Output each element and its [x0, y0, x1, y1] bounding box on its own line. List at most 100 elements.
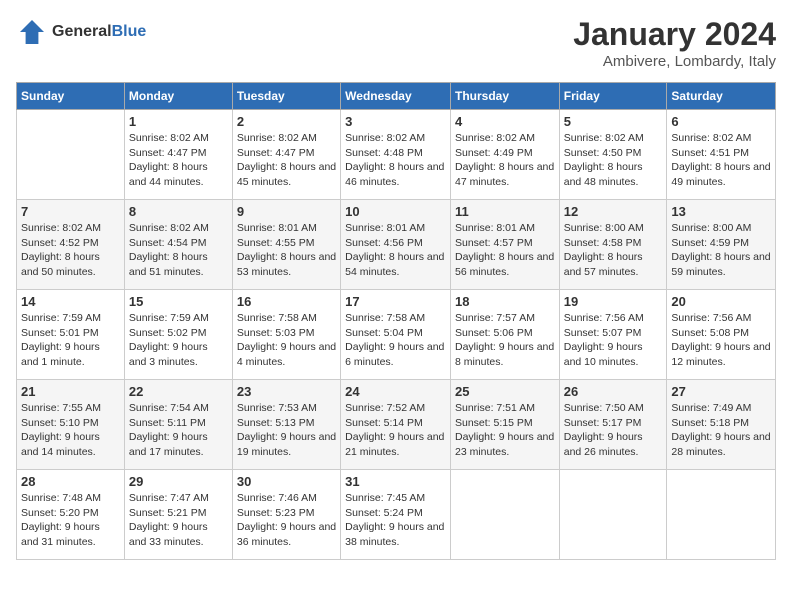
calendar-cell: 16 Sunrise: 7:58 AMSunset: 5:03 PMDayligh…: [232, 290, 340, 380]
date-number: 11: [455, 204, 555, 219]
cell-info: Sunrise: 8:02 AMSunset: 4:47 PMDaylight:…: [129, 131, 228, 190]
date-number: 13: [671, 204, 771, 219]
calendar-cell: 2 Sunrise: 8:02 AMSunset: 4:47 PMDaylight…: [232, 110, 340, 200]
calendar-cell: [667, 470, 776, 560]
date-number: 2: [237, 114, 336, 129]
calendar-cell: 11 Sunrise: 8:01 AMSunset: 4:57 PMDayligh…: [450, 200, 559, 290]
cell-info: Sunrise: 7:59 AMSunset: 5:01 PMDaylight:…: [21, 311, 120, 370]
calendar-cell: 18 Sunrise: 7:57 AMSunset: 5:06 PMDayligh…: [450, 290, 559, 380]
date-number: 22: [129, 384, 228, 399]
calendar-week-1: 1 Sunrise: 8:02 AMSunset: 4:47 PMDaylight…: [17, 110, 776, 200]
date-number: 21: [21, 384, 120, 399]
cell-info: Sunrise: 7:54 AMSunset: 5:11 PMDaylight:…: [129, 401, 228, 460]
calendar-cell: 13Sunrise: 8:00 AMSunset: 4:59 PMDayligh…: [667, 200, 776, 290]
date-number: 9: [237, 204, 336, 219]
cell-info: Sunrise: 8:01 AMSunset: 4:55 PMDaylight:…: [237, 221, 336, 280]
date-number: 26: [564, 384, 663, 399]
date-number: 16: [237, 294, 336, 309]
cell-info: Sunrise: 8:01 AMSunset: 4:56 PMDaylight:…: [345, 221, 446, 280]
calendar-table: SundayMondayTuesdayWednesdayThursdayFrid…: [16, 82, 776, 560]
calendar-cell: 20 Sunrise: 7:56 AMSunset: 5:08 PMDayligh…: [667, 290, 776, 380]
logo-general: General: [52, 23, 112, 40]
cell-info: Sunrise: 8:02 AMSunset: 4:47 PMDaylight:…: [237, 131, 336, 190]
weekday-header-friday: Friday: [559, 83, 667, 110]
date-number: 23: [237, 384, 336, 399]
date-number: 20: [671, 294, 771, 309]
cell-info: Sunrise: 8:02 AMSunset: 4:48 PMDaylight:…: [345, 131, 446, 190]
cell-info: Sunrise: 7:52 AMSunset: 5:14 PMDaylight:…: [345, 401, 446, 460]
cell-info: Sunrise: 8:01 AMSunset: 4:57 PMDaylight:…: [455, 221, 555, 280]
calendar-cell: 14Sunrise: 7:59 AMSunset: 5:01 PMDayligh…: [17, 290, 125, 380]
cell-info: Sunrise: 8:02 AMSunset: 4:50 PMDaylight:…: [564, 131, 663, 190]
calendar-cell: 24 Sunrise: 7:52 AMSunset: 5:14 PMDayligh…: [341, 380, 451, 470]
calendar-cell: 7 Sunrise: 8:02 AMSunset: 4:52 PMDaylight…: [17, 200, 125, 290]
calendar-week-3: 14Sunrise: 7:59 AMSunset: 5:01 PMDayligh…: [17, 290, 776, 380]
calendar-cell: 8 Sunrise: 8:02 AMSunset: 4:54 PMDaylight…: [124, 200, 232, 290]
date-number: 30: [237, 474, 336, 489]
date-number: 5: [564, 114, 663, 129]
weekday-header-monday: Monday: [124, 83, 232, 110]
calendar-cell: 31 Sunrise: 7:45 AMSunset: 5:24 PMDayligh…: [341, 470, 451, 560]
date-number: 8: [129, 204, 228, 219]
cell-info: Sunrise: 7:57 AMSunset: 5:06 PMDaylight:…: [455, 311, 555, 370]
weekday-header-thursday: Thursday: [450, 83, 559, 110]
cell-info: Sunrise: 7:46 AMSunset: 5:23 PMDaylight:…: [237, 491, 336, 550]
weekday-header-tuesday: Tuesday: [232, 83, 340, 110]
cell-info: Sunrise: 8:02 AMSunset: 4:51 PMDaylight:…: [671, 131, 771, 190]
date-number: 6: [671, 114, 771, 129]
date-number: 25: [455, 384, 555, 399]
calendar-cell: 25 Sunrise: 7:51 AMSunset: 5:15 PMDayligh…: [450, 380, 559, 470]
cell-info: Sunrise: 8:02 AMSunset: 4:52 PMDaylight:…: [21, 221, 120, 280]
date-number: 15: [129, 294, 228, 309]
cell-info: Sunrise: 7:53 AMSunset: 5:13 PMDaylight:…: [237, 401, 336, 460]
calendar-cell: 26 Sunrise: 7:50 AMSunset: 5:17 PMDayligh…: [559, 380, 667, 470]
cell-info: Sunrise: 7:51 AMSunset: 5:15 PMDaylight:…: [455, 401, 555, 460]
title-block: January 2024 Ambivere, Lombardy, Italy: [573, 16, 776, 70]
date-number: 27: [671, 384, 771, 399]
date-number: 17: [345, 294, 446, 309]
cell-info: Sunrise: 7:49 AMSunset: 5:18 PMDaylight:…: [671, 401, 771, 460]
cell-info: Sunrise: 7:45 AMSunset: 5:24 PMDaylight:…: [345, 491, 446, 550]
calendar-cell: 5 Sunrise: 8:02 AMSunset: 4:50 PMDaylight…: [559, 110, 667, 200]
date-number: 19: [564, 294, 663, 309]
calendar-week-2: 7 Sunrise: 8:02 AMSunset: 4:52 PMDaylight…: [17, 200, 776, 290]
cell-info: Sunrise: 7:48 AMSunset: 5:20 PMDaylight:…: [21, 491, 120, 550]
calendar-week-5: 28 Sunrise: 7:48 AMSunset: 5:20 PMDayligh…: [17, 470, 776, 560]
calendar-cell: 3Sunrise: 8:02 AMSunset: 4:48 PMDaylight…: [341, 110, 451, 200]
calendar-cell: 22 Sunrise: 7:54 AMSunset: 5:11 PMDayligh…: [124, 380, 232, 470]
calendar-cell: [559, 470, 667, 560]
cell-info: Sunrise: 7:55 AMSunset: 5:10 PMDaylight:…: [21, 401, 120, 460]
calendar-cell: 30 Sunrise: 7:46 AMSunset: 5:23 PMDayligh…: [232, 470, 340, 560]
weekday-header-saturday: Saturday: [667, 83, 776, 110]
date-number: 10: [345, 204, 446, 219]
cell-info: Sunrise: 7:58 AMSunset: 5:04 PMDaylight:…: [345, 311, 446, 370]
calendar-cell: 10 Sunrise: 8:01 AMSunset: 4:56 PMDayligh…: [341, 200, 451, 290]
logo-blue: Blue: [112, 23, 147, 40]
cell-info: Sunrise: 7:56 AMSunset: 5:08 PMDaylight:…: [671, 311, 771, 370]
calendar-cell: 21 Sunrise: 7:55 AMSunset: 5:10 PMDayligh…: [17, 380, 125, 470]
date-number: 18: [455, 294, 555, 309]
calendar-cell: 15Sunrise: 7:59 AMSunset: 5:02 PMDayligh…: [124, 290, 232, 380]
calendar-cell: 23 Sunrise: 7:53 AMSunset: 5:13 PMDayligh…: [232, 380, 340, 470]
calendar-cell: 9 Sunrise: 8:01 AMSunset: 4:55 PMDaylight…: [232, 200, 340, 290]
cell-info: Sunrise: 7:58 AMSunset: 5:03 PMDaylight:…: [237, 311, 336, 370]
date-number: 1: [129, 114, 228, 129]
weekday-header-wednesday: Wednesday: [341, 83, 451, 110]
date-number: 7: [21, 204, 120, 219]
cell-info: Sunrise: 7:50 AMSunset: 5:17 PMDaylight:…: [564, 401, 663, 460]
calendar-cell: 28 Sunrise: 7:48 AMSunset: 5:20 PMDayligh…: [17, 470, 125, 560]
month-title: January 2024: [573, 16, 776, 53]
date-number: 29: [129, 474, 228, 489]
calendar-cell: 1 Sunrise: 8:02 AMSunset: 4:47 PMDaylight…: [124, 110, 232, 200]
cell-info: Sunrise: 8:02 AMSunset: 4:54 PMDaylight:…: [129, 221, 228, 280]
date-number: 28: [21, 474, 120, 489]
date-number: 24: [345, 384, 446, 399]
calendar-cell: 12Sunrise: 8:00 AMSunset: 4:58 PMDayligh…: [559, 200, 667, 290]
calendar-cell: 27 Sunrise: 7:49 AMSunset: 5:18 PMDayligh…: [667, 380, 776, 470]
calendar-cell: 19 Sunrise: 7:56 AMSunset: 5:07 PMDayligh…: [559, 290, 667, 380]
logo-icon: [16, 16, 48, 48]
cell-info: Sunrise: 7:56 AMSunset: 5:07 PMDaylight:…: [564, 311, 663, 370]
date-number: 31: [345, 474, 446, 489]
cell-info: Sunrise: 7:47 AMSunset: 5:21 PMDaylight:…: [129, 491, 228, 550]
calendar-week-4: 21 Sunrise: 7:55 AMSunset: 5:10 PMDayligh…: [17, 380, 776, 470]
